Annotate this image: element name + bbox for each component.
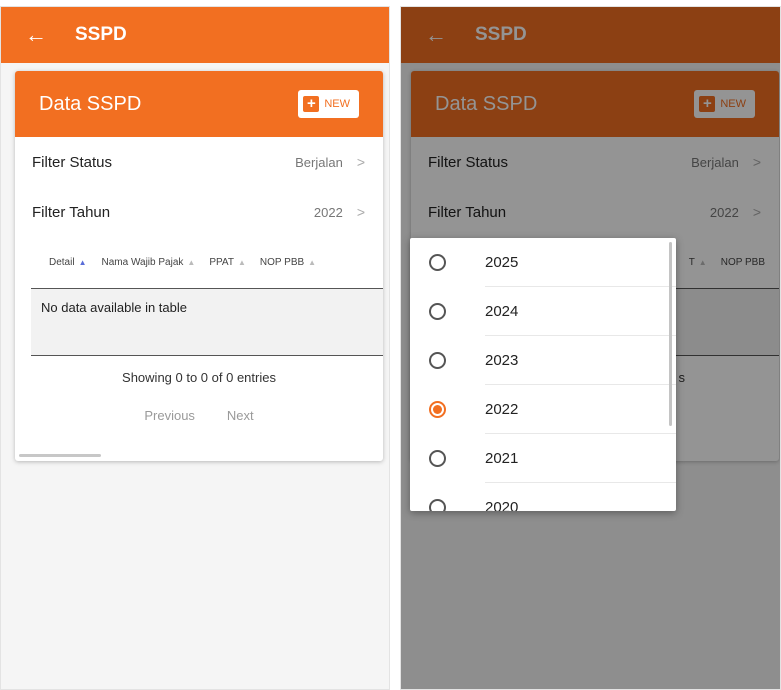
filter-tahun-value: 2022 bbox=[313, 204, 343, 220]
data-sspd-card: Data SSPD + NEW Filter Status Berjalan >… bbox=[15, 71, 383, 461]
year-picker-dialog: 2025 2024 2023 2022 2021 2020 bbox=[410, 238, 676, 511]
table-info: Showing 0 to 0 of 0 entries bbox=[122, 370, 276, 385]
column-nama-label: Nama Wajib Pajak bbox=[101, 257, 184, 268]
column-nop-label: NOP PBB bbox=[259, 257, 305, 268]
app-title: SSPD bbox=[75, 24, 127, 45]
filter-tahun-label: Filter Tahun bbox=[32, 203, 111, 221]
radio-unchecked-icon bbox=[429, 450, 446, 467]
new-button-label: NEW bbox=[324, 98, 350, 110]
previous-button[interactable]: Previous bbox=[144, 408, 195, 423]
year-option[interactable]: 2021 bbox=[410, 434, 676, 483]
column-ppat[interactable]: PPAT ▲︎ bbox=[209, 257, 246, 268]
year-option[interactable]: 2024 bbox=[410, 287, 676, 336]
next-button[interactable]: Next bbox=[227, 408, 254, 423]
column-nop-pbb[interactable]: NOP PBB ▲︎ bbox=[260, 257, 316, 268]
column-detail[interactable]: Detail ▲ bbox=[49, 257, 87, 268]
left-screen: ← SSPD Data SSPD + NEW Filter Status Ber… bbox=[0, 6, 390, 690]
card-header: Data SSPD + NEW bbox=[15, 71, 383, 137]
column-nama-wajib-pajak[interactable]: Nama Wajib Pajak ▲︎ bbox=[102, 257, 196, 268]
column-ppat-label: PPAT bbox=[209, 257, 234, 268]
table-header: Detail ▲ Nama Wajib Pajak ▲︎ PPAT ▲︎ NOP… bbox=[31, 237, 383, 289]
sort-icon: ▲︎ bbox=[237, 258, 246, 267]
right-screen: ← SSPD Data SSPD + NEW Filter Status Ber… bbox=[400, 6, 781, 690]
sort-icon: ▲︎ bbox=[187, 258, 196, 267]
filter-tahun-row[interactable]: Filter Tahun 2022 > bbox=[15, 187, 383, 237]
year-option-label: 2023 bbox=[485, 352, 519, 369]
vertical-scrollbar[interactable] bbox=[669, 242, 672, 426]
plus-box-icon: + bbox=[303, 96, 320, 112]
year-option-label: 2025 bbox=[485, 254, 519, 271]
new-button[interactable]: + NEW bbox=[298, 90, 359, 118]
year-option-label: 2020 bbox=[485, 499, 519, 511]
radio-unchecked-icon bbox=[429, 352, 446, 369]
horizontal-scrollbar[interactable] bbox=[19, 454, 101, 457]
radio-unchecked-icon bbox=[429, 254, 446, 271]
sort-asc-icon: ▲ bbox=[78, 258, 87, 267]
year-option-label: 2024 bbox=[485, 303, 519, 320]
year-option[interactable]: 2025 bbox=[410, 238, 676, 287]
year-option-label: 2022 bbox=[485, 401, 519, 418]
filter-status-label: Filter Status bbox=[32, 153, 113, 171]
radio-unchecked-icon bbox=[429, 499, 446, 511]
chevron-right-icon: > bbox=[356, 154, 365, 170]
pagination: Previous Next bbox=[15, 408, 383, 423]
radio-unchecked-icon bbox=[429, 303, 446, 320]
year-option[interactable]: 2023 bbox=[410, 336, 676, 385]
column-detail-label: Detail bbox=[49, 257, 75, 268]
year-option[interactable]: 2020 bbox=[410, 483, 676, 511]
empty-table-row: No data available in table bbox=[31, 289, 383, 356]
chevron-right-icon: > bbox=[356, 204, 365, 220]
radio-checked-icon bbox=[429, 401, 446, 418]
filter-status-row[interactable]: Filter Status Berjalan > bbox=[15, 137, 383, 187]
sort-icon: ▲︎ bbox=[308, 258, 317, 267]
filter-status-value: Berjalan bbox=[295, 154, 343, 170]
card-title: Data SSPD bbox=[39, 92, 142, 115]
app-bar: ← SSPD bbox=[1, 7, 389, 63]
arrow-left-icon[interactable]: ← bbox=[25, 24, 47, 46]
year-option-label: 2021 bbox=[485, 450, 519, 467]
year-option-selected[interactable]: 2022 bbox=[410, 385, 676, 434]
